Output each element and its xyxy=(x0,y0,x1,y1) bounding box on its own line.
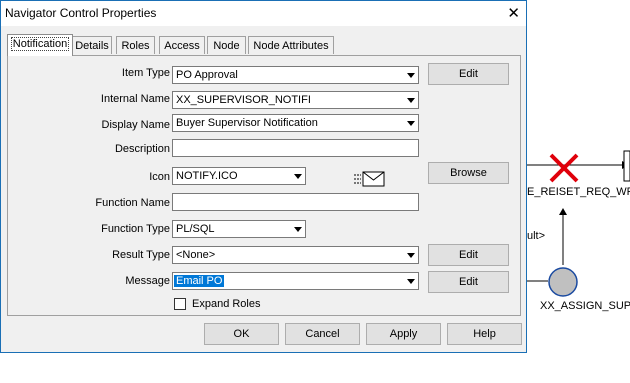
envelope-icon xyxy=(354,169,386,192)
message-edit-button[interactable]: Edit xyxy=(428,271,509,293)
apply-button[interactable]: Apply xyxy=(366,323,441,345)
result-type-edit-button[interactable]: Edit xyxy=(428,244,509,266)
item-type-label: Item Type xyxy=(20,67,170,79)
browse-button[interactable]: Browse xyxy=(428,162,509,184)
result-type-select[interactable]: <None> xyxy=(172,246,419,264)
item-type-edit-button[interactable]: Edit xyxy=(428,63,509,85)
message-label: Message xyxy=(20,275,170,287)
chevron-down-icon[interactable] xyxy=(290,221,305,237)
result-label: ult> xyxy=(527,230,545,242)
function-type-select[interactable]: PL/SQL xyxy=(172,220,306,238)
tab-node[interactable]: Node xyxy=(207,36,246,54)
display-name-select[interactable]: Buyer Supervisor Notification xyxy=(172,114,419,132)
node-label-assign: XX_ASSIGN_SUP xyxy=(540,300,630,312)
internal-name-label: Internal Name xyxy=(20,93,170,105)
tab-details[interactable]: Details xyxy=(72,36,112,54)
chevron-down-icon[interactable] xyxy=(403,67,418,83)
notification-panel: Item Type PO Approval Edit Internal Name… xyxy=(7,55,521,316)
error-x-icon[interactable] xyxy=(551,155,577,181)
activity-node[interactable] xyxy=(549,268,577,296)
icon-label: Icon xyxy=(20,171,170,183)
properties-dialog: Navigator Control Properties ✕ Notificat… xyxy=(0,0,527,353)
chevron-down-icon[interactable] xyxy=(403,273,418,289)
chevron-down-icon[interactable] xyxy=(403,92,418,108)
arrow-head-up xyxy=(559,208,567,215)
title-bar[interactable]: Navigator Control Properties ✕ xyxy=(1,1,526,26)
tab-notification[interactable]: Notification xyxy=(7,34,73,56)
chevron-down-icon[interactable] xyxy=(290,168,305,184)
item-type-select[interactable]: PO Approval xyxy=(172,66,419,84)
internal-name-select[interactable]: XX_SUPERVISOR_NOTIFI xyxy=(172,91,419,109)
description-label: Description xyxy=(20,143,170,155)
close-icon[interactable]: ✕ xyxy=(507,4,520,22)
window-title: Navigator Control Properties xyxy=(5,6,156,20)
function-name-input[interactable] xyxy=(172,193,419,211)
description-input[interactable] xyxy=(172,139,419,157)
help-button[interactable]: Help xyxy=(447,323,522,345)
chevron-down-icon[interactable] xyxy=(403,247,418,263)
node-box-edge xyxy=(624,151,630,181)
message-select[interactable]: Email PO xyxy=(172,272,419,290)
cancel-button[interactable]: Cancel xyxy=(285,323,360,345)
tab-roles[interactable]: Roles xyxy=(116,36,155,54)
expand-roles-checkbox[interactable] xyxy=(174,298,186,310)
tab-access[interactable]: Access xyxy=(159,36,205,54)
result-type-label: Result Type xyxy=(20,249,170,261)
function-type-label: Function Type xyxy=(20,223,170,235)
tab-node-attributes[interactable]: Node Attributes xyxy=(248,36,334,54)
expand-roles-label: Expand Roles xyxy=(192,298,261,310)
node-label: E_REISET_REQ_WF_ xyxy=(527,186,630,198)
icon-select[interactable]: NOTIFY.ICO xyxy=(172,167,306,185)
function-name-label: Function Name xyxy=(20,197,170,209)
display-name-label: Display Name xyxy=(20,119,170,131)
ok-button[interactable]: OK xyxy=(204,323,279,345)
chevron-down-icon[interactable] xyxy=(403,115,418,131)
